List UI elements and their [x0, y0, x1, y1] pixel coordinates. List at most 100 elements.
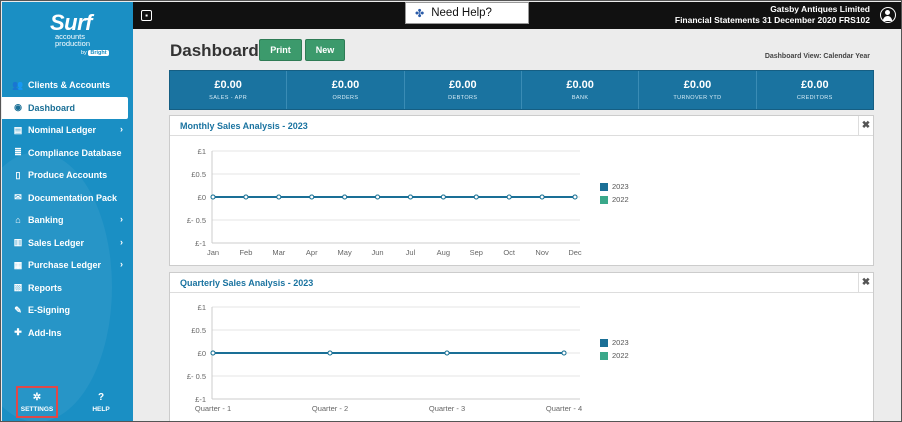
- users-icon: 👥: [12, 79, 24, 90]
- top-bar: ▪ ✤ Need Help? Gatsby Antiques Limited F…: [133, 2, 901, 29]
- quarterly-chart-legend: 2023 2022: [600, 336, 629, 362]
- x-tick-label: Aug: [437, 248, 450, 257]
- chevron-right-icon: ›: [120, 124, 123, 134]
- financial-statement-title: Financial Statements 31 December 2020 FR…: [674, 15, 870, 25]
- close-icon[interactable]: ✖: [858, 116, 873, 135]
- panel-header: Quarterly Sales Analysis - 2023 ✖: [170, 273, 873, 293]
- y-tick-label: £0: [198, 193, 206, 202]
- chevron-right-icon: ›: [120, 236, 123, 247]
- data-point-2023: [375, 194, 381, 200]
- data-point-2023: [444, 350, 450, 356]
- sidebar-item-nominal-ledger[interactable]: ▤ Nominal Ledger ›: [2, 119, 133, 142]
- y-tick-label: £-1: [195, 239, 206, 248]
- print-button[interactable]: Print: [259, 39, 302, 61]
- stat-value: £0.00: [683, 79, 712, 91]
- sidebar-item-e-signing[interactable]: ✎ E-Signing: [2, 299, 133, 322]
- legend-label: 2023: [612, 182, 629, 191]
- legend-swatch: [600, 195, 608, 204]
- close-icon[interactable]: ✖: [858, 273, 873, 292]
- legend-item-2022[interactable]: 2022: [600, 349, 629, 362]
- help-label: HELP: [92, 405, 110, 413]
- settings-label: SETTINGS: [20, 405, 54, 413]
- stat-sales-apr[interactable]: £0.00 SALES - APR: [170, 71, 288, 109]
- stat-creditors[interactable]: £0.00 CREDITORS: [757, 71, 873, 109]
- brand-logo[interactable]: Surf accounts production by Bright: [28, 10, 118, 62]
- data-point-2023: [309, 194, 315, 200]
- panel-header: Monthly Sales Analysis - 2023 ✖: [170, 116, 873, 136]
- monthly-chart-legend: 2023 2022: [600, 180, 629, 206]
- app-window: Surf accounts production by Bright 👥 Clien…: [0, 0, 902, 422]
- sidebar-item-documentation-pack[interactable]: ✉ Documentation Pack: [2, 187, 133, 210]
- chevron-right-icon: ›: [120, 259, 123, 269]
- legend-label: 2022: [612, 351, 629, 360]
- stats-bar: £0.00 SALES - APR £0.00 ORDERS £0.00 DEBTORS £…: [169, 70, 874, 110]
- data-point-2023: [243, 194, 249, 200]
- dashboard-view-label: Dashboard View: Calendar Year: [764, 53, 870, 60]
- sidebar-nav: 👥 Clients & Accounts ◉ Dashboard ▤ Nominal Le…: [2, 74, 133, 344]
- sidebar-item-clients-accounts[interactable]: 👥 Clients & Accounts: [2, 74, 133, 97]
- legend-label: 2023: [612, 338, 629, 347]
- purchase-ledger-icon: ▦: [13, 259, 23, 270]
- sidebar-item-label: Produce Accounts: [28, 170, 108, 181]
- legend-item-2023[interactable]: 2023: [600, 180, 629, 193]
- quarterly-sales-chart: £1 £0.5 £0 £- 0.5 £-1Quarter - 1 Quarter - 2 Q…: [187, 303, 582, 413]
- stat-bank[interactable]: £0.00 BANK: [522, 71, 640, 109]
- ledger-icon: ▤: [13, 124, 23, 135]
- sidebar-footer: ✲ SETTINGS ? HELP: [2, 386, 133, 420]
- sidebar-item-add-ins[interactable]: ✚ Add-Ins: [2, 322, 133, 345]
- collapse-sidebar-icon[interactable]: ▪: [141, 10, 152, 21]
- y-tick-label: £- 0.5: [187, 372, 206, 381]
- stat-label: CREDITORS: [796, 95, 833, 101]
- data-point-2023: [473, 194, 479, 200]
- need-help-button[interactable]: ✤ Need Help?: [405, 2, 529, 24]
- data-point-2023: [327, 350, 333, 356]
- stat-orders[interactable]: £0.00 ORDERS: [287, 71, 405, 109]
- x-tick-label: Sep: [470, 248, 483, 257]
- help-button[interactable]: ? HELP: [80, 386, 122, 418]
- sidebar-item-sales-ledger[interactable]: ▥ Sales Ledger ›: [2, 232, 133, 255]
- sidebar-item-compliance-database[interactable]: ≣ Compliance Database: [2, 142, 133, 165]
- data-point-2023: [276, 194, 282, 200]
- stat-label: DEBTORS: [448, 95, 478, 101]
- file-icon: ▯: [15, 169, 21, 180]
- x-tick-label: Quarter - 4: [546, 404, 582, 413]
- sidebar-item-label: Banking: [28, 215, 64, 226]
- x-tick-label: Dec: [568, 248, 582, 257]
- stat-label: SALES - APR: [209, 95, 248, 101]
- user-avatar-icon[interactable]: [880, 7, 896, 23]
- sidebar-item-reports[interactable]: ▧ Reports: [2, 277, 133, 300]
- reports-icon: ▧: [13, 282, 23, 293]
- legend-swatch: [600, 338, 608, 347]
- stat-debtors[interactable]: £0.00 DEBTORS: [405, 71, 522, 109]
- data-point-2023: [539, 194, 545, 200]
- quarterly-panel-title: Quarterly Sales Analysis - 2023: [180, 278, 314, 288]
- y-tick-label: £-1: [195, 395, 206, 404]
- company-name: Gatsby Antiques Limited: [770, 4, 870, 14]
- x-tick-label: Quarter - 2: [312, 404, 348, 413]
- sidebar-item-label: Compliance Database: [28, 147, 122, 158]
- y-tick-label: £- 0.5: [187, 216, 206, 225]
- x-tick-label: Quarter - 1: [195, 404, 231, 413]
- page-title: Dashboard: [170, 41, 259, 60]
- brand-tagline: accounts production: [55, 32, 91, 48]
- y-tick-label: £0.5: [191, 170, 206, 179]
- sidebar-item-produce-accounts[interactable]: ▯ Produce Accounts: [2, 164, 133, 187]
- sidebar-item-purchase-ledger[interactable]: ▦ Purchase Ledger ›: [2, 254, 133, 277]
- monthly-panel-title: Monthly Sales Analysis - 2023: [180, 121, 308, 131]
- stat-label: TURNOVER YTD: [673, 95, 722, 101]
- legend-swatch: [600, 351, 608, 360]
- monthly-sales-panel: Monthly Sales Analysis - 2023 ✖ £1 £0.5 £0…: [169, 115, 874, 266]
- legend-item-2022[interactable]: 2022: [600, 193, 629, 206]
- stat-value: £0.00: [566, 79, 594, 91]
- x-tick-label: Oct: [503, 248, 516, 257]
- sidebar-item-dashboard[interactable]: ◉ Dashboard: [2, 96, 128, 119]
- question-icon: ?: [97, 391, 105, 403]
- x-tick-label: Jun: [371, 248, 383, 257]
- new-button[interactable]: New: [305, 39, 345, 61]
- stat-turnover-ytd[interactable]: £0.00 TURNOVER YTD: [639, 71, 757, 109]
- lifebuoy-icon: ✤: [415, 7, 425, 20]
- sidebar-item-banking[interactable]: ⌂ Banking ›: [2, 209, 133, 232]
- legend-item-2023[interactable]: 2023: [600, 336, 629, 349]
- settings-button[interactable]: ✲ SETTINGS: [16, 386, 58, 418]
- data-point-2023: [407, 194, 413, 200]
